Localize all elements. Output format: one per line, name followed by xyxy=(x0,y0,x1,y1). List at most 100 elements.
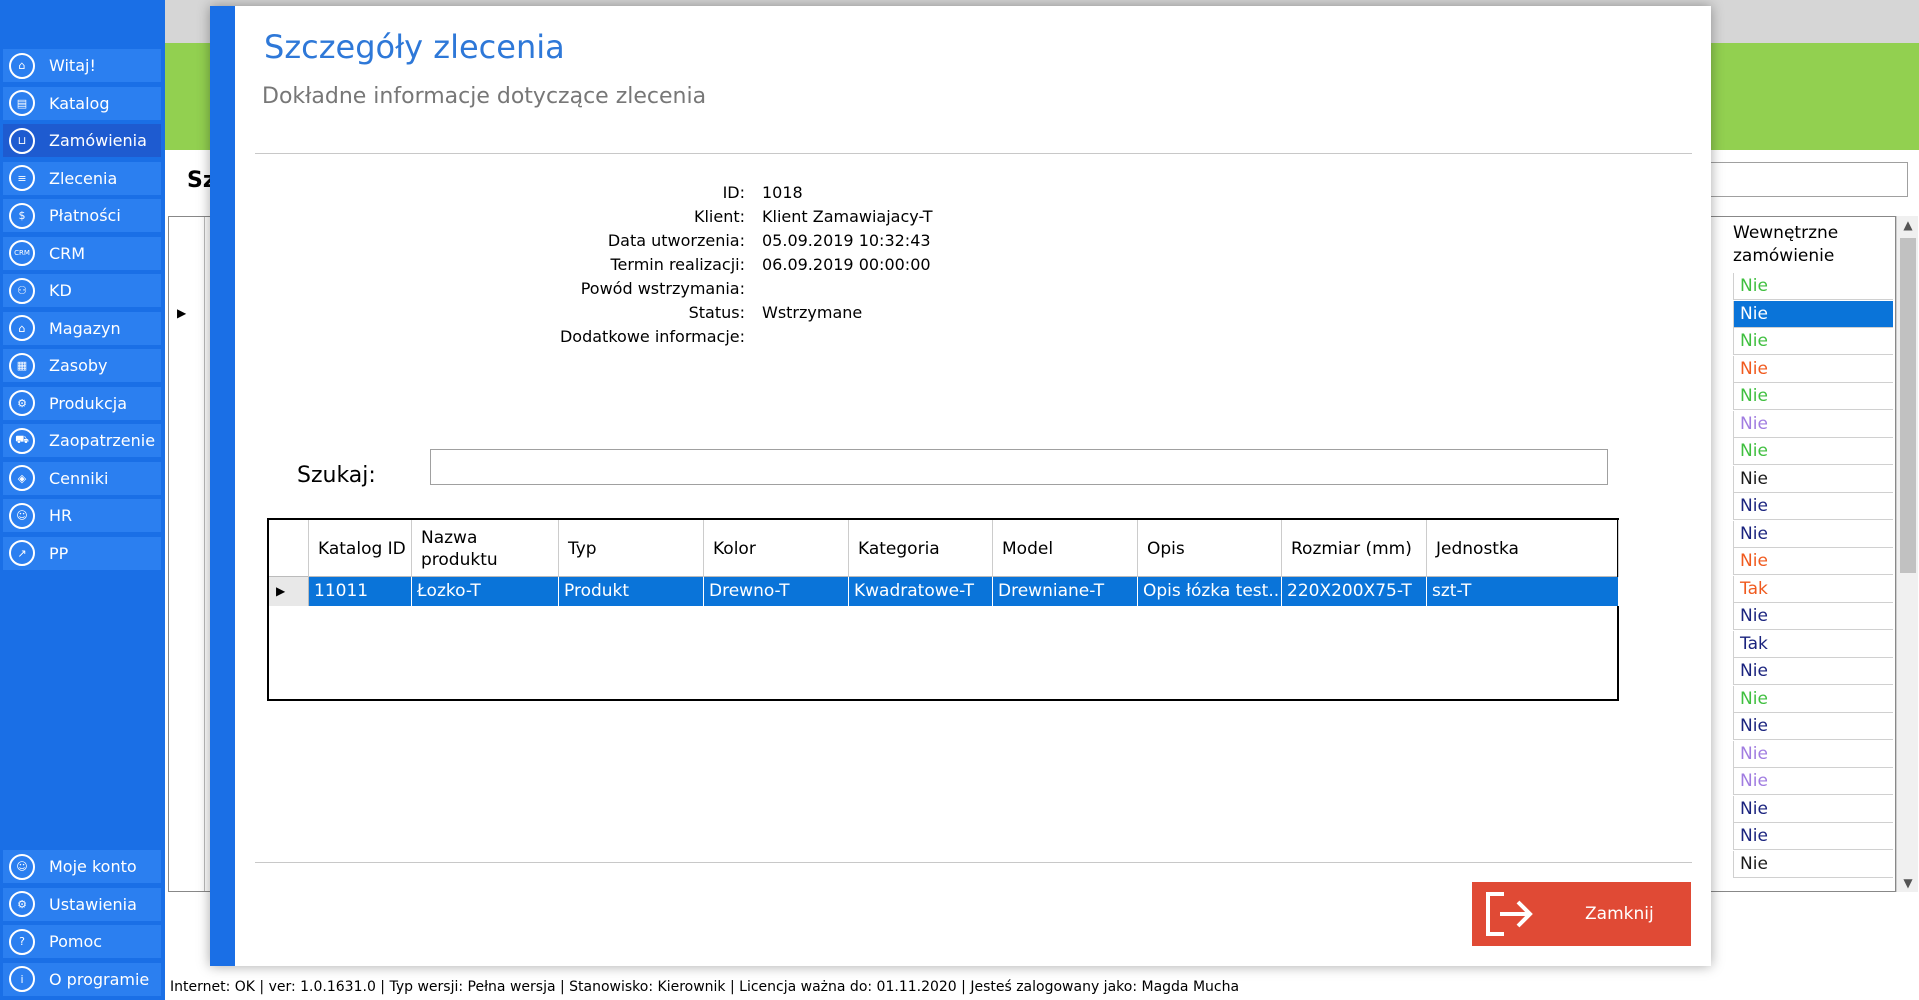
detail-label: Status: xyxy=(688,303,745,322)
column-header[interactable]: Kolor xyxy=(704,520,849,577)
grid-cell: Drewno-T xyxy=(704,577,849,606)
column-header-internal-order[interactable]: Wewnętrzne zamówienie xyxy=(1733,222,1893,268)
sidebar-item-label: KD xyxy=(49,281,72,300)
user-icon: ☺ xyxy=(9,853,35,880)
close-button[interactable]: Zamknij xyxy=(1472,882,1691,946)
search-input[interactable] xyxy=(430,449,1608,485)
table-row[interactable]: Tak xyxy=(1733,630,1893,658)
sidebar-item-1[interactable]: ▤ Katalog xyxy=(3,86,161,120)
table-row[interactable]: Nie xyxy=(1733,438,1893,465)
detail-label: Powód wstrzymania: xyxy=(580,279,745,298)
table-row[interactable]: ▶ 11011 Łozko-T Produkt Drewno-T Kwadratowe-T… xyxy=(269,577,1619,606)
detail-row: Klient: Klient Zamawiajacy-T xyxy=(210,205,1110,229)
column-header[interactable]: Opis xyxy=(1138,520,1282,577)
table-row[interactable]: Nie xyxy=(1733,273,1893,300)
column-header[interactable]: Kategoria xyxy=(849,520,993,577)
sidebar-item-11[interactable]: ◈ Cenniki xyxy=(3,461,161,495)
sidebar-item-label: CRM xyxy=(49,243,86,263)
sidebar-item-label: O programie xyxy=(49,969,150,989)
column-header[interactable]: Rozmiar (mm) xyxy=(1282,520,1427,577)
sidebar-bottom-item-1[interactable]: ⚙ Ustawienia xyxy=(3,887,161,921)
dialog-accent-bar xyxy=(210,6,235,966)
detail-value: Klient Zamawiajacy-T xyxy=(762,207,933,226)
sidebar-item-0[interactable]: ⌂ Witaj! xyxy=(3,49,161,82)
sidebar-item-9[interactable]: ⚙ Produkcja xyxy=(3,386,161,420)
sidebar-item-label: Pomoc xyxy=(49,932,103,951)
gear-icon: ⚙ xyxy=(9,891,35,917)
grid-corner xyxy=(269,520,309,577)
tag-icon: ◈ xyxy=(9,465,35,491)
sidebar-bottom-item-0[interactable]: ☺ Moje konto xyxy=(3,850,161,883)
detail-row: Data utworzenia: 05.09.2019 10:32:43 xyxy=(210,229,1110,253)
table-row[interactable]: Nie xyxy=(1733,465,1893,493)
detail-row: Status: Wstrzymane xyxy=(210,301,1110,325)
search-label: Szukaj: xyxy=(297,463,376,488)
table-row[interactable]: Nie xyxy=(1733,603,1893,630)
detail-value: Wstrzymane xyxy=(762,303,863,322)
sidebar-item-3[interactable]: ≡ Zlecenia xyxy=(3,161,161,195)
table-row[interactable]: Nie xyxy=(1733,520,1893,548)
vertical-scrollbar[interactable]: ▲ ▼ xyxy=(1896,216,1918,892)
table-row[interactable]: Nie xyxy=(1733,740,1893,768)
grid-cell: Kwadratowe-T xyxy=(849,577,993,606)
table-row[interactable]: Nie xyxy=(1733,713,1893,740)
table-row[interactable]: Tak xyxy=(1733,575,1893,603)
table-row[interactable]: Nie xyxy=(1733,493,1893,520)
info-icon: i xyxy=(9,966,35,992)
sidebar-item-6[interactable]: ⚇ KD xyxy=(3,274,161,307)
column-header[interactable]: Typ xyxy=(559,520,704,577)
sidebar-item-label: Zasoby xyxy=(49,356,108,375)
table-row[interactable]: Nie xyxy=(1733,850,1893,878)
chart-icon: ↗ xyxy=(9,540,35,566)
column-header[interactable]: Nazwa produktu xyxy=(412,520,559,577)
person-lock-icon: ⚇ xyxy=(9,277,35,304)
sidebar-item-10[interactable]: ⛟ Zaopatrzenie xyxy=(3,424,161,457)
scroll-up-icon[interactable]: ▲ xyxy=(1897,218,1919,232)
table-row[interactable]: Nie xyxy=(1733,355,1893,383)
sidebar-item-13[interactable]: ↗ PP xyxy=(3,536,161,570)
sidebar-item-label: Cenniki xyxy=(49,468,109,488)
sidebar-item-label: Moje konto xyxy=(49,857,137,876)
grid-cell: 220X200X75-T xyxy=(1282,577,1427,606)
warehouse-icon: ⌂ xyxy=(9,315,35,341)
sidebar-item-5[interactable]: CRM CRM xyxy=(3,236,161,270)
sidebar-item-8[interactable]: ▦ Zasoby xyxy=(3,349,161,382)
table-row[interactable]: Nie xyxy=(1733,685,1893,713)
sidebar-item-12[interactable]: ☺ HR xyxy=(3,499,161,532)
sidebar-item-7[interactable]: ⌂ Magazyn xyxy=(3,311,161,345)
sidebar-item-label: Zaopatrzenie xyxy=(49,431,156,450)
table-row[interactable]: Nie xyxy=(1733,658,1893,685)
table-row[interactable]: Nie xyxy=(1733,300,1893,328)
exit-icon xyxy=(1486,892,1533,936)
detail-row: Powód wstrzymania: xyxy=(210,277,1110,301)
row-pointer-icon: ▶ xyxy=(269,577,309,606)
crm-icon: CRM xyxy=(9,240,35,266)
sidebar-item-2[interactable]: ⊔ Zamówienia xyxy=(3,124,161,157)
sidebar-item-label: HR xyxy=(49,506,73,525)
table-row[interactable]: Nie xyxy=(1733,383,1893,410)
detail-row: ID: 1018 xyxy=(210,181,1110,205)
detail-label: Klient: xyxy=(693,207,745,226)
hr-icon: ☺ xyxy=(9,502,35,529)
sidebar-bottom-item-2[interactable]: ? Pomoc xyxy=(3,925,161,958)
grid-cell: Opis łózka test... xyxy=(1138,577,1282,606)
table-row[interactable]: Nie xyxy=(1733,768,1893,795)
table-row[interactable]: Nie xyxy=(1733,548,1893,575)
scroll-down-icon[interactable]: ▼ xyxy=(1897,876,1919,890)
dialog-title: Szczegóły zlecenia xyxy=(264,28,565,66)
table-row[interactable]: Nie xyxy=(1733,410,1893,438)
scrollbar-thumb[interactable] xyxy=(1900,238,1916,573)
column-header[interactable]: Katalog ID xyxy=(309,520,412,577)
production-icon: ⚙ xyxy=(9,390,35,416)
sidebar-item-4[interactable]: $ Płatności xyxy=(3,199,161,232)
table-row[interactable]: Nie xyxy=(1733,823,1893,850)
column-header[interactable]: Jednostka xyxy=(1427,520,1619,577)
detail-value: 1018 xyxy=(762,183,803,202)
detail-row: Dodatkowe informacje: xyxy=(210,325,1110,349)
column-header[interactable]: Model xyxy=(993,520,1138,577)
background-search-input[interactable] xyxy=(1700,162,1908,197)
table-row[interactable]: Nie xyxy=(1733,795,1893,823)
table-row[interactable]: Nie xyxy=(1733,328,1893,355)
detail-label: Termin realizacji: xyxy=(610,255,746,274)
sidebar-bottom-item-3[interactable]: i O programie xyxy=(3,962,161,996)
